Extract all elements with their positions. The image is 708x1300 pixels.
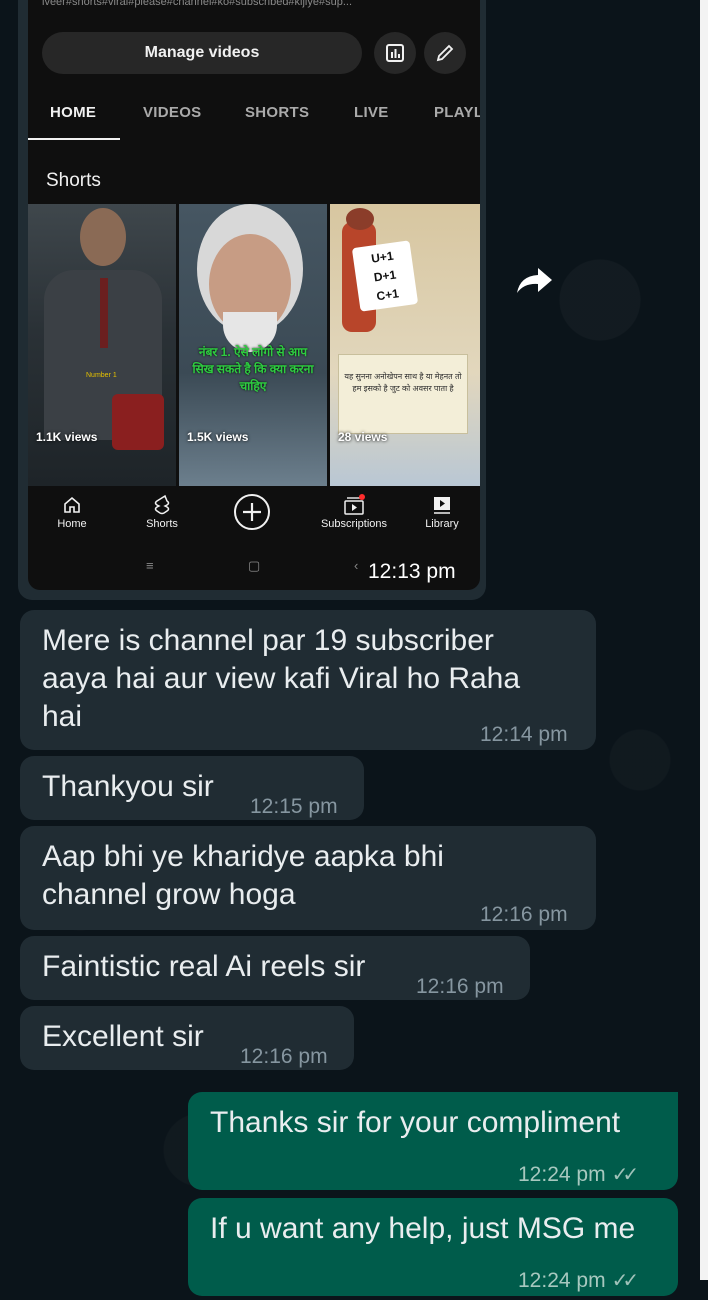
short-views-1: 1.1K views [36,430,98,444]
create-plus-icon [234,494,270,530]
nav-shorts-label: Shorts [146,518,178,530]
cartoon-hat [346,208,374,230]
short-caption-1: Number 1 [86,372,117,379]
subscriptions-icon [344,494,365,515]
message-text: Aap bhi ye kharidye aapka bhi channel gr… [42,838,444,914]
message-time: 12:16 pm [416,975,504,998]
nav-home-label: Home [57,518,87,530]
nav-home[interactable]: Home [32,492,112,530]
edit-button[interactable] [424,32,466,74]
message-text: If u want any help, just MSG me [210,1212,636,1245]
nav-create[interactable] [212,492,292,532]
message-text: Mere is channel par 19 subscriber aaya h… [42,622,520,736]
home-square-icon[interactable]: ▢ [248,558,260,574]
short-thumbnail-1[interactable]: Number 1 1.1K views [28,204,176,486]
message-time: 12:16 pm [480,903,568,926]
forward-button[interactable] [512,258,556,302]
youtube-screenshot[interactable]: lveer#shorts#viral#please#channel#ko#sub… [28,0,480,590]
message-time-text: 12:24 pm [518,1269,606,1292]
short-thumbnail-3[interactable]: U+1 D+1 C+1 यह सुनना अनोखेपन साथ है या म… [330,204,480,486]
message-time: 12:24 pm ✓✓ [518,1156,639,1194]
back-icon[interactable]: ‹ [354,558,358,573]
message-bubble[interactable]: Faintistic real Ai reels sir 12:16 pm [20,936,530,1000]
nav-library[interactable]: Library [402,492,480,530]
short-caption-2: नंबर 1. ऐसे लोगो से आप सिख सकते है कि क्… [192,345,314,393]
short-thumbnail-2[interactable]: नंबर 1. ऐसे लोगो से आप सिख सकते है कि क्… [179,204,327,486]
bag-shape [112,394,164,450]
message-text: Excellent sir [42,1020,204,1053]
message-bubble[interactable]: Excellent sir 12:16 pm [20,1006,354,1070]
board-sign: U+1 D+1 C+1 [351,240,419,312]
message-text: Thankyou sir [42,770,214,803]
message-time: 12:15 pm [250,795,338,818]
message-text: Thanks sir for your compliment [210,1106,621,1139]
message-line: Aap bhi ye kharidye aapka bhi [42,840,444,873]
message-bubble[interactable]: Thankyou sir 12:15 pm [20,756,364,820]
analytics-button[interactable] [374,32,416,74]
share-forward-icon [517,268,552,293]
home-icon [64,496,80,513]
short-views-2: 1.5K views [187,430,249,444]
tie-shape [100,278,108,348]
tab-playlists[interactable]: PLAYL [434,104,480,121]
message-time-text: 12:24 pm [518,1163,606,1186]
tab-home[interactable]: HOME [50,104,96,121]
message-line: aaya hai aur view kafi Viral ho Raha [42,662,521,695]
message-line: channel grow hoga [42,878,296,911]
video-hashtags: lveer#shorts#viral#please#channel#ko#sub… [42,0,353,8]
image-message-time: 12:13 pm [368,560,456,583]
recents-icon[interactable]: ≡ [146,558,154,573]
message-time: 12:16 pm [240,1045,328,1068]
shorts-icon [154,494,170,515]
man-figure [80,208,126,266]
screen-edge [700,0,708,1280]
short-views-3: 28 views [338,430,388,444]
library-icon [434,497,450,514]
manage-videos-button[interactable]: Manage videos [42,32,362,74]
tab-shorts[interactable]: SHORTS [245,104,309,121]
message-time: 12:14 pm [480,723,568,746]
message-time: 12:24 pm ✓✓ [518,1262,639,1300]
edit-pencil-icon [436,44,454,62]
message-line: Mere is channel par 19 subscriber [42,624,494,657]
short-caption-3: यह सुनना अनोखेपन साथ है या मेहनत तो हम इ… [338,354,468,434]
message-line: hai [42,700,83,733]
double-check-icon: ✓✓ [611,1164,639,1186]
nav-subscriptions[interactable]: Subscriptions [304,492,404,530]
tab-live[interactable]: LIVE [354,104,389,121]
shorts-section-title: Shorts [46,170,101,191]
nav-library-label: Library [425,518,459,530]
message-bubble[interactable]: Mere is channel par 19 subscriber aaya h… [20,610,596,750]
double-check-icon: ✓✓ [611,1270,639,1292]
tab-videos[interactable]: VIDEOS [143,104,201,121]
message-text: Faintistic real Ai reels sir [42,950,366,983]
outgoing-message-bubble[interactable]: If u want any help, just MSG me 12:24 pm… [188,1198,678,1296]
channel-tabs: HOME VIDEOS SHORTS LIVE PLAYL [28,90,480,140]
nav-subscriptions-label: Subscriptions [320,518,388,530]
message-bubble[interactable]: Aap bhi ye kharidye aapka bhi channel gr… [20,826,596,930]
outgoing-message-bubble[interactable]: Thanks sir for your compliment 12:24 pm ✓… [188,1092,678,1190]
nav-shorts[interactable]: Shorts [122,492,202,530]
active-tab-indicator [28,138,120,140]
youtube-bottom-nav: Home Shorts Subscriptions Library [28,486,480,546]
analytics-icon [386,44,404,62]
